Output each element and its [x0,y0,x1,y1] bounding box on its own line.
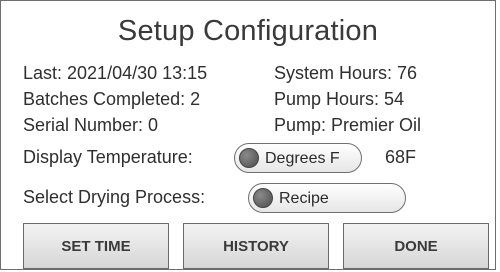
drying-process-toggle[interactable]: Recipe [248,183,406,213]
drying-process-label: Select Drying Process: [23,187,206,207]
temperature-value: 68F [385,147,417,167]
temperature-unit-label: Degrees F [265,150,340,167]
page-title: Setup Configuration [117,15,379,47]
system-hours: System Hours: 76 [274,63,418,83]
pump-hours: Pump Hours: 54 [274,89,405,109]
serial-number: Serial Number: 0 [23,115,159,135]
last-timestamp: Last: 2021/04/30 13:15 [23,63,208,83]
pump-type: Pump: Premier Oil [274,115,422,135]
batches-completed: Batches Completed: 2 [23,89,201,109]
temperature-unit-toggle[interactable]: Degrees F [234,143,362,173]
display-temperature-label: Display Temperature: [23,147,193,167]
toggle-knob-icon [239,148,259,168]
drying-process-value: Recipe [279,190,329,207]
toggle-knob-icon [253,188,273,208]
setup-configuration-panel: Setup Configuration Last: 2021/04/30 13:… [0,0,496,270]
done-button[interactable]: DONE [343,223,489,269]
set-time-button[interactable]: SET TIME [23,223,169,269]
history-button[interactable]: HISTORY [183,223,329,269]
